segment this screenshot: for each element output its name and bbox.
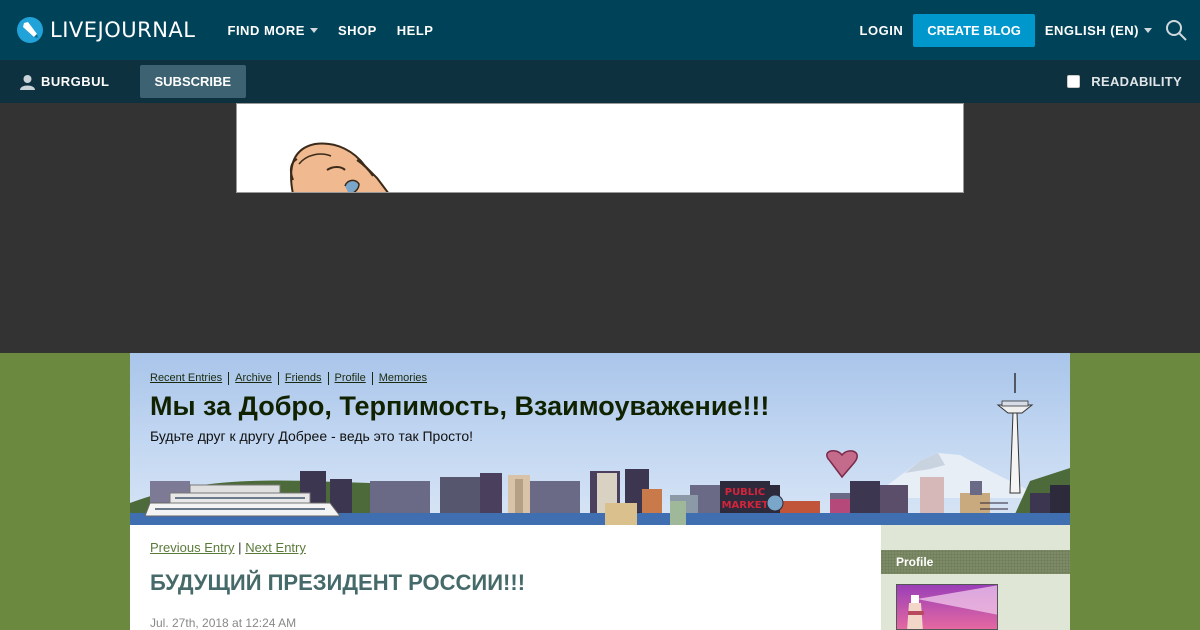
journal-subtitle: Будьте друг к другу Добрее - ведь это та… <box>150 428 474 444</box>
main-nav: FIND MORE SHOP HELP <box>228 23 454 38</box>
ad-area <box>0 103 1200 353</box>
nav-shop[interactable]: SHOP <box>338 23 377 38</box>
previous-entry-link[interactable]: Previous Entry <box>150 540 235 555</box>
user-icon <box>20 74 35 90</box>
nav-help[interactable]: HELP <box>397 23 434 38</box>
lj-logo[interactable]: LIVEJOURNAL <box>16 16 196 44</box>
readability-toggle[interactable]: READABILITY <box>1067 60 1182 103</box>
ad-banner[interactable] <box>236 103 964 193</box>
readability-checkbox[interactable] <box>1067 75 1081 88</box>
nav-profile[interactable]: Profile <box>335 372 366 385</box>
pagination-separator: | <box>238 540 242 555</box>
sidebar: Profile <box>881 525 1070 630</box>
nav-separator <box>327 372 329 385</box>
lj-top-bar: LIVEJOURNAL FIND MORE SHOP HELP LOGIN CR… <box>0 0 1200 60</box>
journal-sub-bar: BURGBUL SUBSCRIBE READABILITY <box>0 60 1200 103</box>
search-icon[interactable] <box>1164 18 1188 42</box>
entry-title: БУДУЩИЙ ПРЕЗИДЕНТ РОССИИ!!! <box>150 570 526 595</box>
journal-container: PUBLIC MARKET CENTER <box>130 353 1070 630</box>
login-link[interactable]: LOGIN <box>860 23 904 38</box>
nav-help-label: HELP <box>396 22 434 38</box>
profile-header: Profile <box>881 550 1070 574</box>
readability-label: READABILITY <box>1091 74 1182 89</box>
subscribe-button[interactable]: SUBSCRIBE <box>139 65 247 98</box>
journal-owner-link[interactable]: BURGBUL <box>20 74 110 90</box>
entry-pagination: Previous Entry | Next Entry <box>150 540 306 555</box>
nav-recent-entries[interactable]: Recent Entries <box>150 372 222 385</box>
language-selector[interactable]: ENGLISH (EN) <box>1045 23 1152 38</box>
journal-header: PUBLIC MARKET CENTER <box>130 353 1070 525</box>
journal-title: Мы за Добро, Терпимость, Взаимоуважение!… <box>150 391 770 421</box>
next-entry-link[interactable]: Next Entry <box>245 540 306 555</box>
journal-nav: Recent Entries Archive Friends Profile M… <box>150 372 427 385</box>
avatar[interactable] <box>896 584 998 630</box>
nav-separator <box>277 372 279 385</box>
chevron-down-icon <box>1144 27 1152 33</box>
livejournal-logo-icon <box>17 17 43 43</box>
nav-find-more-label: FIND MORE <box>227 22 305 38</box>
cartoon-face-image <box>289 142 389 192</box>
logo-text: LIVEJOURNAL <box>50 18 196 42</box>
username: BURGBUL <box>41 74 110 89</box>
nav-friends[interactable]: Friends <box>285 372 322 385</box>
nav-archive[interactable]: Archive <box>235 372 272 385</box>
svg-text:MARKET: MARKET <box>722 500 769 511</box>
lighthouse-avatar-image <box>897 585 997 629</box>
create-blog-button[interactable]: CREATE BLOG <box>913 13 1035 47</box>
top-right-actions: LOGIN CREATE BLOG ENGLISH (EN) <box>860 0 1200 60</box>
nav-find-more[interactable]: FIND MORE <box>228 23 318 38</box>
chevron-down-icon <box>309 27 318 33</box>
entry-date: Jul. 27th, 2018 at 12:24 AM <box>150 616 297 630</box>
nav-memories[interactable]: Memories <box>379 372 427 385</box>
nav-separator <box>228 372 230 385</box>
nav-shop-label: SHOP <box>337 22 377 38</box>
nav-separator <box>371 372 373 385</box>
language-label: ENGLISH (EN) <box>1044 22 1139 38</box>
svg-text:PUBLIC: PUBLIC <box>725 487 766 498</box>
entry: Previous Entry | Next Entry БУДУЩИЙ ПРЕЗ… <box>130 525 881 630</box>
